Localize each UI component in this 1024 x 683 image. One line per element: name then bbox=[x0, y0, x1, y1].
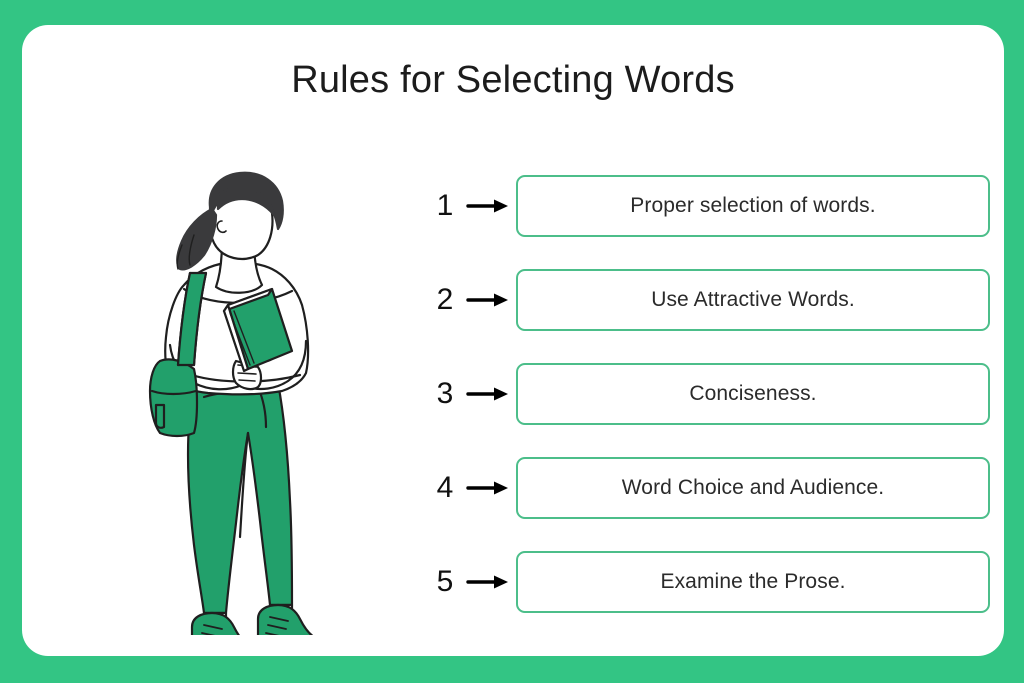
rule-row: 2 Use Attractive Words. bbox=[430, 269, 990, 331]
content-card: Rules for Selecting Words 1 Proper selec… bbox=[22, 25, 1004, 656]
arrow-right-icon bbox=[460, 574, 516, 590]
arrow-right-icon bbox=[460, 386, 516, 402]
rules-list: 1 Proper selection of words. 2 Use Attra… bbox=[430, 175, 990, 613]
rule-number: 1 bbox=[436, 189, 454, 222]
rule-number: 3 bbox=[436, 377, 454, 410]
rule-number: 4 bbox=[436, 471, 454, 504]
rule-text: Proper selection of words. bbox=[630, 194, 876, 217]
rule-text: Conciseness. bbox=[689, 382, 817, 405]
rule-number: 5 bbox=[436, 565, 454, 598]
rule-row: 1 Proper selection of words. bbox=[430, 175, 990, 237]
arrow-right-icon bbox=[460, 292, 516, 308]
arrow-right-icon bbox=[460, 198, 516, 214]
outer-green-frame: Rules for Selecting Words 1 Proper selec… bbox=[0, 0, 1024, 683]
rule-box[interactable]: Conciseness. bbox=[516, 363, 990, 425]
rule-number: 2 bbox=[436, 283, 454, 316]
rule-text: Use Attractive Words. bbox=[651, 288, 855, 311]
rule-box[interactable]: Proper selection of words. bbox=[516, 175, 990, 237]
rule-box[interactable]: Word Choice and Audience. bbox=[516, 457, 990, 519]
arrow-right-icon bbox=[460, 480, 516, 496]
rule-text: Word Choice and Audience. bbox=[621, 476, 885, 499]
rule-box[interactable]: Use Attractive Words. bbox=[516, 269, 990, 331]
page-title: Rules for Selecting Words bbox=[291, 59, 735, 101]
student-illustration bbox=[132, 165, 362, 635]
rule-row: 5 Examine the Prose. bbox=[430, 551, 990, 613]
rule-text: Examine the Prose. bbox=[660, 570, 846, 593]
rule-row: 4 Word Choice and Audience. bbox=[430, 457, 990, 519]
rule-box[interactable]: Examine the Prose. bbox=[516, 551, 990, 613]
rule-row: 3 Conciseness. bbox=[430, 363, 990, 425]
